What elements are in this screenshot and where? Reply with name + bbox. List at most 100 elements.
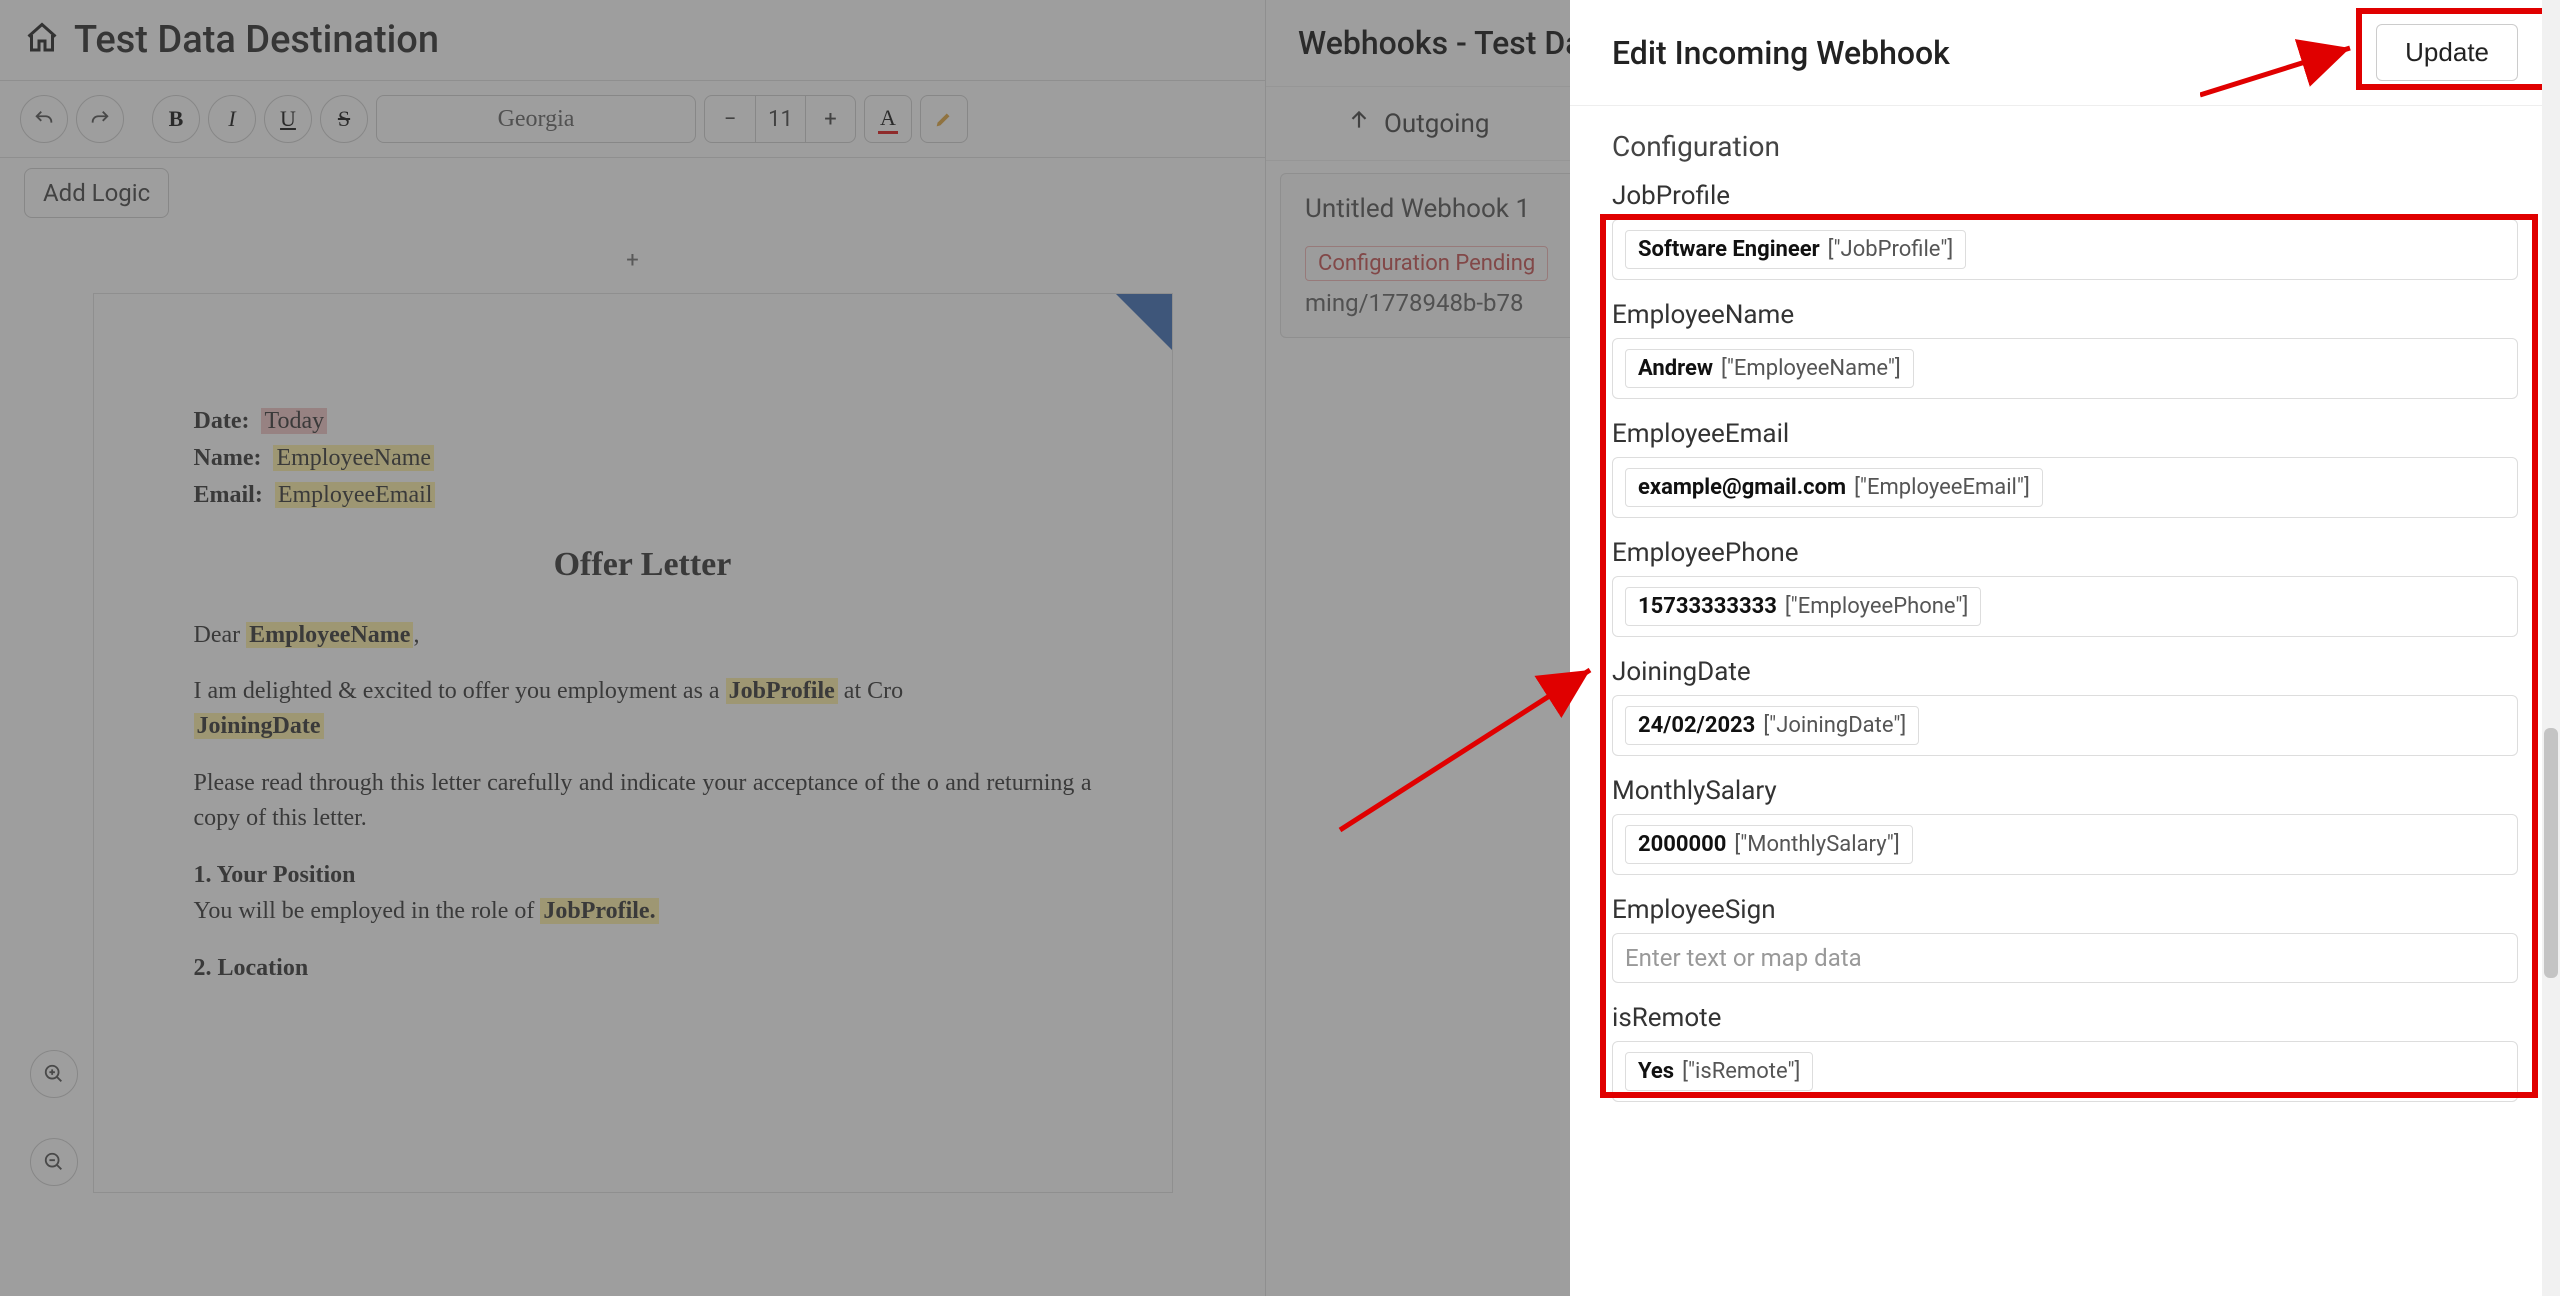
chip-value: 24/02/2023 <box>1638 713 1755 738</box>
scrollbar-thumb[interactable] <box>2544 728 2558 978</box>
add-block-button[interactable]: + <box>0 228 1265 293</box>
mapped-chip[interactable]: 2000000 ["MonthlySalary"] <box>1625 825 1913 864</box>
editor-toolbar: B I U S Georgia − 11 + A <box>0 81 1265 158</box>
field-label: EmployeeSign <box>1612 895 2518 925</box>
webhooks-panel: Webhooks - Test Da Outgoing Untitled Web… <box>1265 0 1570 1296</box>
page-title: Test Data Destination <box>74 18 439 62</box>
add-logic-button[interactable]: Add Logic <box>24 168 169 218</box>
update-button[interactable]: Update <box>2376 24 2518 81</box>
outgoing-arrow-icon <box>1346 107 1372 140</box>
field-label: isRemote <box>1612 1003 2518 1033</box>
text-color-button[interactable]: A <box>864 95 912 143</box>
config-pending-badge: Configuration Pending <box>1305 246 1548 281</box>
config-field-employeeemail: EmployeeEmail example@gmail.com ["Employee… <box>1612 419 2518 518</box>
zoom-out-button[interactable] <box>30 1138 78 1186</box>
field-label: EmployeePhone <box>1612 538 2518 568</box>
font-size-value: 11 <box>755 96 805 142</box>
decrease-size-button[interactable]: − <box>705 96 755 142</box>
redo-button[interactable] <box>76 95 124 143</box>
section1-heading: 1. Your Position <box>194 862 356 888</box>
name-value: EmployeeName <box>273 445 434 471</box>
document-page[interactable]: Date: Today Name: EmployeeName Email: Em… <box>93 293 1173 1193</box>
zoom-in-button[interactable] <box>30 1050 78 1098</box>
name-label: Name: <box>194 445 262 471</box>
p2-text: Please read through this letter carefull… <box>194 766 1092 836</box>
webhook-url-fragment: ming/1778948b-b78 <box>1305 289 1605 317</box>
chip-value: Andrew <box>1638 356 1713 381</box>
mapped-chip[interactable]: example@gmail.com ["EmployeeEmail"] <box>1625 468 2043 507</box>
config-field-monthlysalary: MonthlySalary 2000000 ["MonthlySalary"] <box>1612 776 2518 875</box>
increase-size-button[interactable]: + <box>805 96 855 142</box>
field-input[interactable]: 24/02/2023 ["JoiningDate"] <box>1612 695 2518 756</box>
p1-jobprofile: JobProfile <box>726 678 838 704</box>
font-size-stepper[interactable]: − 11 + <box>704 95 856 143</box>
greeting-prefix: Dear <box>194 622 247 648</box>
home-icon[interactable] <box>24 20 60 60</box>
top-header: Test Data Destination <box>0 0 1265 81</box>
p1-text-b: at Cro <box>838 678 903 704</box>
field-label: JobProfile <box>1612 181 2518 211</box>
chip-key: ["isRemote"] <box>1682 1059 1800 1084</box>
chip-key: ["EmployeeName"] <box>1721 356 1901 381</box>
highlight-color-button[interactable] <box>920 95 968 143</box>
field-input[interactable]: 2000000 ["MonthlySalary"] <box>1612 814 2518 875</box>
document-title: Offer Letter <box>194 540 1092 589</box>
chip-key: ["EmployeeEmail"] <box>1854 475 2030 500</box>
field-label: MonthlySalary <box>1612 776 2518 806</box>
section2-heading: 2. Location <box>194 955 309 981</box>
config-field-employeename: EmployeeNameAndrew["EmployeeName"] <box>1612 300 2518 399</box>
field-input[interactable]: Andrew ["EmployeeName"] <box>1612 338 2518 399</box>
p3-text-a: You will be employed in the role of <box>194 898 541 924</box>
corner-triangle-icon <box>1116 294 1172 350</box>
p1-joiningdate: JoiningDate <box>194 713 324 739</box>
greeting-name: EmployeeName <box>246 622 413 648</box>
chip-value: Yes <box>1638 1059 1674 1084</box>
chip-key: ["MonthlySalary"] <box>1734 832 1899 857</box>
mapped-chip[interactable]: 15733333333 ["EmployeePhone"] <box>1625 587 1981 626</box>
field-input[interactable]: Enter text or map data <box>1612 933 2518 983</box>
webhooks-panel-title: Webhooks - Test Da <box>1266 0 1570 87</box>
mapped-chip[interactable]: Andrew ["EmployeeName"] <box>1625 349 1914 388</box>
config-field-jobprofile: JobProfile Software Engineer ["JobProfile"… <box>1612 181 2518 280</box>
editor-area: Test Data Destination B I U S Georgia − … <box>0 0 1265 1296</box>
chip-key: ["EmployeePhone"] <box>1785 594 1968 619</box>
field-label: EmployeeEmail <box>1612 419 2518 449</box>
field-input[interactable]: example@gmail.com ["EmployeeEmail"] <box>1612 457 2518 518</box>
italic-button[interactable]: I <box>208 95 256 143</box>
field-label: JoiningDate <box>1612 657 2518 687</box>
chip-key: ["JobProfile"] <box>1828 237 1954 262</box>
chip-value: 15733333333 <box>1638 594 1777 619</box>
chip-value: Software Engineer <box>1638 237 1820 262</box>
strike-button[interactable]: S <box>320 95 368 143</box>
edit-webhook-title: Edit Incoming Webhook <box>1612 34 1950 72</box>
config-field-isremote: isRemote Yes ["isRemote"] <box>1612 1003 2518 1102</box>
field-input[interactable]: Software Engineer ["JobProfile"] <box>1612 219 2518 280</box>
webhook-card-title: Untitled Webhook 1 <box>1305 194 1605 224</box>
config-field-employeephone: EmployeePhone 15733333333 ["EmployeePhone"… <box>1612 538 2518 637</box>
font-family-select[interactable]: Georgia <box>376 95 696 143</box>
email-label: Email: <box>194 482 263 508</box>
mapped-chip[interactable]: Software Engineer ["JobProfile"] <box>1625 230 1966 269</box>
chip-value: 2000000 <box>1638 832 1726 857</box>
mapped-chip[interactable]: 24/02/2023 ["JoiningDate"] <box>1625 706 1919 745</box>
chip-key: ["JoiningDate"] <box>1763 713 1906 738</box>
undo-button[interactable] <box>20 95 68 143</box>
webhook-tabs: Outgoing <box>1266 87 1570 161</box>
edit-webhook-panel: Edit Incoming Webhook Update Configurati… <box>1570 0 2560 1296</box>
mapped-chip[interactable]: Yes ["isRemote"] <box>1625 1052 1813 1091</box>
p3-jobprofile: JobProfile. <box>540 898 658 924</box>
configuration-heading: Configuration <box>1612 130 2518 163</box>
underline-button[interactable]: U <box>264 95 312 143</box>
config-field-joiningdate: JoiningDate 24/02/2023 ["JoiningDate"] <box>1612 657 2518 756</box>
chip-value: example@gmail.com <box>1638 475 1846 500</box>
placeholder-text: Enter text or map data <box>1625 944 1862 972</box>
field-input[interactable]: 15733333333 ["EmployeePhone"] <box>1612 576 2518 637</box>
tab-outgoing[interactable]: Outgoing <box>1384 109 1489 139</box>
bold-button[interactable]: B <box>152 95 200 143</box>
field-input[interactable]: Yes ["isRemote"] <box>1612 1041 2518 1102</box>
date-value: Today <box>261 408 327 434</box>
scrollbar[interactable] <box>2542 0 2560 1296</box>
p1-text-a: I am delighted & excited to offer you em… <box>194 678 726 704</box>
email-value: EmployeeEmail <box>275 482 436 508</box>
config-field-employeesign: EmployeeSign Enter text or map data <box>1612 895 2518 983</box>
